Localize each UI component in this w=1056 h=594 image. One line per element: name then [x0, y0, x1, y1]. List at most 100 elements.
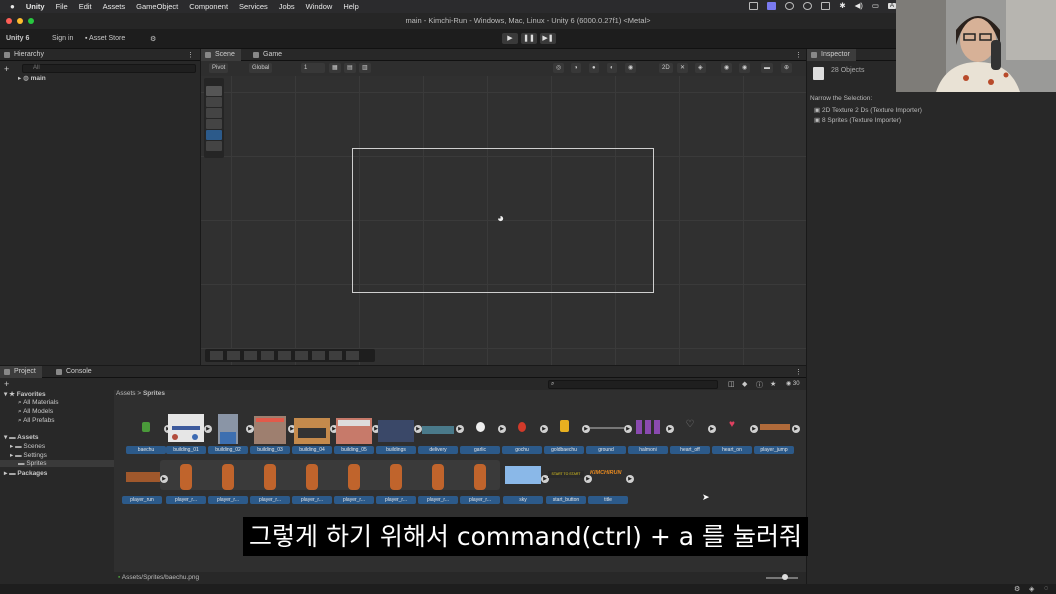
mode-2d-toggle[interactable]: 2D [659, 63, 673, 73]
cache-icon[interactable]: ◈ [1029, 585, 1034, 593]
scene-viewport[interactable]: ◕ [201, 76, 806, 365]
wire-icon[interactable]: ◐ [607, 63, 617, 73]
menu-gameobject[interactable]: GameObject [136, 2, 178, 11]
app-icon[interactable] [803, 1, 813, 10]
filter-by-label-icon[interactable]: ◆ [742, 380, 747, 388]
visibility-icon[interactable]: ◉ [721, 63, 733, 73]
menu-component[interactable]: Component [189, 2, 228, 11]
play-button[interactable]: ▶ [502, 33, 518, 44]
folder-item[interactable]: ▸ ▬ Settings [10, 451, 47, 459]
asset-item[interactable]: ▶baechu [126, 414, 172, 462]
favorite-item[interactable]: ⌕ All Models [18, 408, 53, 416]
menu-jobs[interactable]: Jobs [279, 2, 295, 11]
gizmo-visibility-icon[interactable]: ◉ [739, 63, 751, 73]
tab-game[interactable]: Game [249, 49, 288, 61]
project-search-input[interactable]: ⌕ [548, 380, 718, 389]
search-overlay-icon[interactable] [295, 351, 308, 360]
grid-snap-icon[interactable]: ▦ [329, 63, 341, 73]
menu-help[interactable]: Help [343, 2, 358, 11]
close-window-button[interactable] [6, 18, 12, 24]
folder-item-selected[interactable]: ▬ Sprites [0, 460, 114, 467]
transform-tool-icon[interactable] [206, 141, 222, 151]
asset-item[interactable]: player_r... [208, 464, 248, 512]
hierarchy-search-input[interactable]: All [22, 64, 196, 73]
asset-item[interactable]: player_r... [166, 464, 206, 512]
lighting-toggle-icon[interactable]: ✕ [677, 63, 689, 73]
panel-menu-icon[interactable]: ⋮ [795, 368, 802, 376]
asset-item[interactable]: ▶ garlic [460, 414, 506, 462]
asset-item[interactable]: KIMCHIRUN ▶ title [588, 464, 634, 512]
tab-inspector[interactable]: Inspector [807, 49, 856, 61]
breadcrumb-assets[interactable]: Assets [116, 390, 136, 397]
assets-folder[interactable]: ▾ ▬ Assets [4, 433, 38, 441]
rect-overlay-icon[interactable] [210, 351, 223, 360]
favorite-star-icon[interactable]: ★ [770, 380, 776, 388]
status-icon[interactable] [821, 1, 831, 10]
cloud-icon[interactable]: ⚙ [150, 35, 156, 43]
menu-app[interactable]: Unity [26, 2, 45, 11]
hierarchy-scene-item[interactable]: ▸ ◍ main [18, 74, 46, 82]
menu-window[interactable]: Window [306, 2, 333, 11]
grid-toggle-icon[interactable]: ▥ [359, 63, 371, 73]
apple-icon[interactable]: ● [10, 2, 15, 11]
move-overlay-icon[interactable] [312, 351, 325, 360]
bluetooth-icon[interactable]: ✱ [839, 1, 845, 10]
rotate-tool-icon[interactable] [206, 108, 222, 118]
texture-2d-option[interactable]: ▣ 2D Texture 2 Ds (Texture Importer) [814, 106, 922, 114]
scale-tool-icon[interactable] [206, 119, 222, 129]
packages-folder[interactable]: ▸ ▬ Packages [4, 469, 47, 477]
hand-tool-icon[interactable] [206, 86, 222, 96]
asset-item[interactable]: ▶ sky [503, 464, 549, 512]
asset-item[interactable]: ♥ ▶ heart_on [712, 414, 758, 462]
create-button[interactable]: + [4, 64, 9, 74]
tab-console[interactable]: Console [52, 366, 98, 378]
slider-handle[interactable] [782, 574, 788, 580]
create-asset-button[interactable]: + [4, 379, 9, 389]
pivot-dropdown[interactable]: Pivot [209, 63, 229, 73]
menu-file[interactable]: File [56, 2, 68, 11]
breadcrumb-sprites[interactable]: Sprites [143, 390, 165, 397]
eye-icon[interactable]: ◉ 30 [786, 380, 800, 387]
grid-overlay-icon[interactable] [227, 351, 240, 360]
move-tool-icon[interactable] [206, 97, 222, 107]
asset-item[interactable]: ▶ building_05 [334, 414, 380, 462]
asset-item[interactable]: ▶ goldbaechu [544, 414, 590, 462]
tab-project[interactable]: Project [0, 366, 42, 378]
tab-scene[interactable]: Scene [201, 49, 241, 61]
zoom-window-button[interactable] [28, 18, 34, 24]
shading-icon[interactable]: ◑ [571, 63, 581, 73]
sprites-option[interactable]: ▣ 8 Sprites (Texture Importer) [814, 116, 901, 124]
volume-icon[interactable]: ◀) [855, 1, 863, 10]
chat-icon[interactable] [785, 1, 795, 10]
asset-item[interactable]: ▶ delivery [418, 414, 464, 462]
pause-button[interactable]: ❚❚ [521, 33, 537, 44]
menu-edit[interactable]: Edit [79, 2, 92, 11]
draw-mode-icon[interactable]: ◎ [553, 63, 565, 73]
menu-assets[interactable]: Assets [103, 2, 126, 11]
input-source-icon[interactable]: A [887, 2, 896, 9]
display-icon[interactable] [767, 1, 777, 10]
tab-hierarchy[interactable]: Hierarchy [0, 49, 50, 61]
audio-toggle-icon[interactable]: ◈ [695, 63, 706, 73]
asset-item[interactable]: player_r... [418, 464, 458, 512]
asset-item[interactable]: player_r... [334, 464, 374, 512]
asset-store-button[interactable]: ▪ Asset Store [85, 35, 125, 42]
asset-item[interactable]: player_r... [292, 464, 332, 512]
progress-icon[interactable]: ◌ [1044, 585, 1048, 592]
asset-item[interactable]: ♡ ▶ heart_off [670, 414, 716, 462]
asset-item[interactable]: ▶ building_02 [208, 414, 254, 462]
step-button[interactable]: ▶❚ [540, 33, 556, 44]
battery-icon[interactable]: ▭ [872, 1, 879, 10]
asset-item[interactable]: ▶ player_run [122, 464, 168, 512]
play-icon[interactable]: ▶ [792, 425, 800, 433]
info-icon[interactable]: ⓘ [756, 380, 763, 390]
asset-item[interactable]: player_r... [460, 464, 500, 512]
favorite-item[interactable]: ⌕ All Materials [18, 399, 59, 407]
expand-overlay-icon[interactable] [346, 351, 359, 360]
asset-item[interactable]: player_r... [250, 464, 290, 512]
camera-gizmo-icon[interactable]: ◕ [497, 212, 509, 224]
increment-snap-icon[interactable]: ▤ [344, 63, 356, 73]
fill-overlay-icon[interactable] [278, 351, 291, 360]
paint-overlay-icon[interactable] [261, 351, 274, 360]
lit-icon[interactable]: ● [589, 63, 599, 73]
